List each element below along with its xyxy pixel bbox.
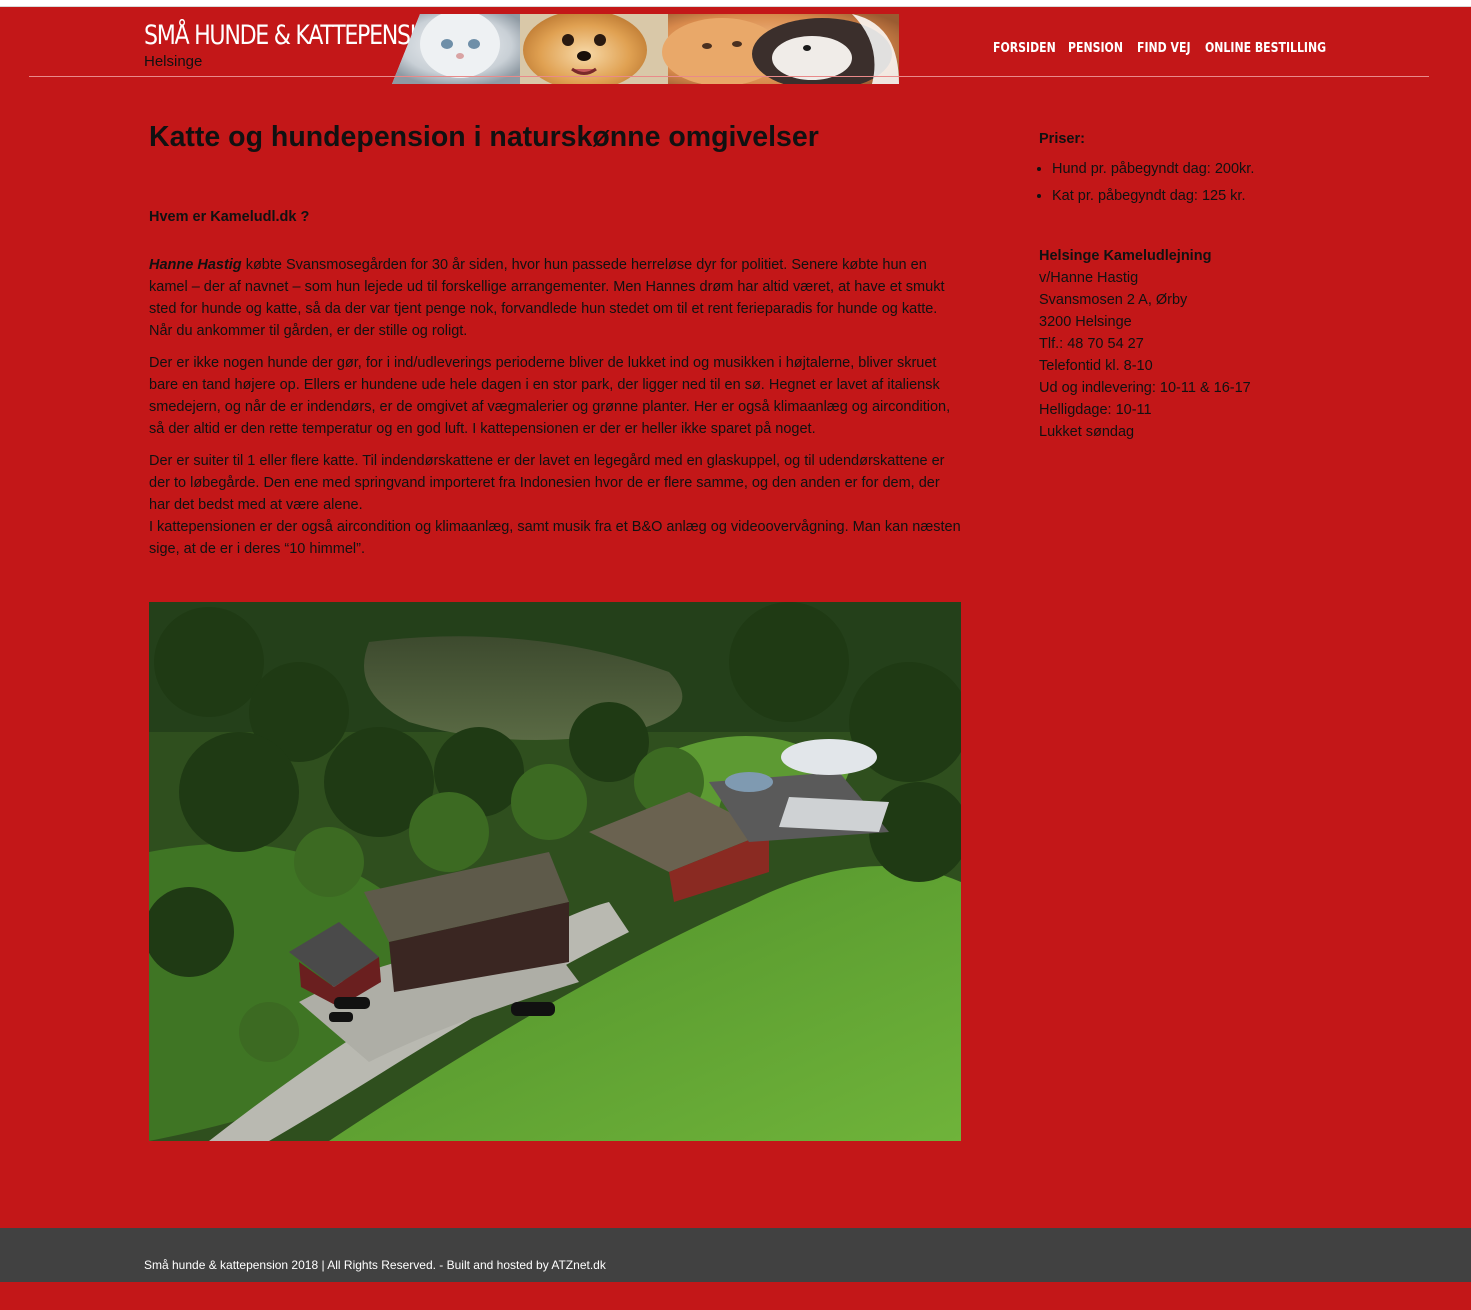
footer-copyright: Små hunde & kattepension 2018 | All Righ… xyxy=(144,1258,606,1272)
pets-banner-image xyxy=(392,14,899,84)
main-content: Hanne Hastig købte Svansmosegården for 3… xyxy=(149,254,961,570)
dog-paragraph: Der er ikke nogen hunde der gør, for i i… xyxy=(149,355,951,437)
intro-paragraph: Hanne Hastig købte Svansmosegården for 3… xyxy=(149,254,961,342)
bottom-strip xyxy=(0,1282,1471,1310)
nav-item-find-vej[interactable]: FIND VEJ xyxy=(1137,41,1191,56)
intro-text: købte Svansmosegården for 30 år siden, h… xyxy=(149,257,945,339)
contact-address: Svansmosen 2 A, Ørby xyxy=(1039,292,1188,308)
site-footer: Små hunde & kattepension 2018 | All Righ… xyxy=(0,1228,1471,1282)
price-item-cat: Kat pr. påbegyndt dag: 125 kr. xyxy=(1052,183,1339,210)
cat-paragraph-text-2: I kattepensionen er der også airconditio… xyxy=(149,519,961,557)
contact-phone-hours: Telefontid kl. 8-10 xyxy=(1039,358,1153,374)
cat-paragraph: Der er suiter til 1 eller flere katte. T… xyxy=(149,450,961,560)
price-item-dog: Hund pr. påbegyndt dag: 200kr. xyxy=(1052,156,1339,183)
section-heading: Hvem er Kameludl.dk ? xyxy=(149,209,310,225)
nav-item-forsiden[interactable]: FORSIDEN xyxy=(993,41,1056,56)
prices-list: Hund pr. påbegyndt dag: 200kr. Kat pr. p… xyxy=(1039,156,1339,210)
cat-paragraph-text-1: Der er suiter til 1 eller flere katte. T… xyxy=(149,453,945,513)
site-subtitle: Helsinge xyxy=(144,53,203,70)
contact-info: Helsinge Kameludlejning v/Hanne Hastig S… xyxy=(1039,245,1339,443)
site-header: SMÅ HUNDE & KATTEPENSION Helsinge FORSID… xyxy=(0,7,1471,84)
prices-heading: Priser: xyxy=(1039,131,1085,147)
contact-city: 3200 Helsinge xyxy=(1039,314,1132,330)
contact-phone: Tlf.: 48 70 54 27 xyxy=(1039,336,1144,352)
header-divider xyxy=(29,76,1429,77)
top-border xyxy=(0,0,1471,7)
sidebar: Priser: Hund pr. påbegyndt dag: 200kr. K… xyxy=(1039,128,1339,443)
contact-closed-day: Lukket søndag xyxy=(1039,424,1135,440)
farm-aerial-photo xyxy=(149,602,961,1141)
contact-delivery-hours: Ud og indlevering: 10-11 & 16-17 xyxy=(1039,380,1251,396)
contact-name: Helsinge Kameludlejning xyxy=(1039,248,1212,264)
nav-item-pension[interactable]: PENSION xyxy=(1068,41,1123,56)
contact-owner: v/Hanne Hastig xyxy=(1039,270,1139,286)
owner-name: Hanne Hastig xyxy=(149,257,242,273)
contact-holiday-hours: Helligdage: 10-11 xyxy=(1039,402,1152,418)
nav-item-online-bestilling[interactable]: ONLINE BESTILLING xyxy=(1205,41,1326,56)
page-title: Katte og hundepension i naturskønne omgi… xyxy=(149,121,819,153)
